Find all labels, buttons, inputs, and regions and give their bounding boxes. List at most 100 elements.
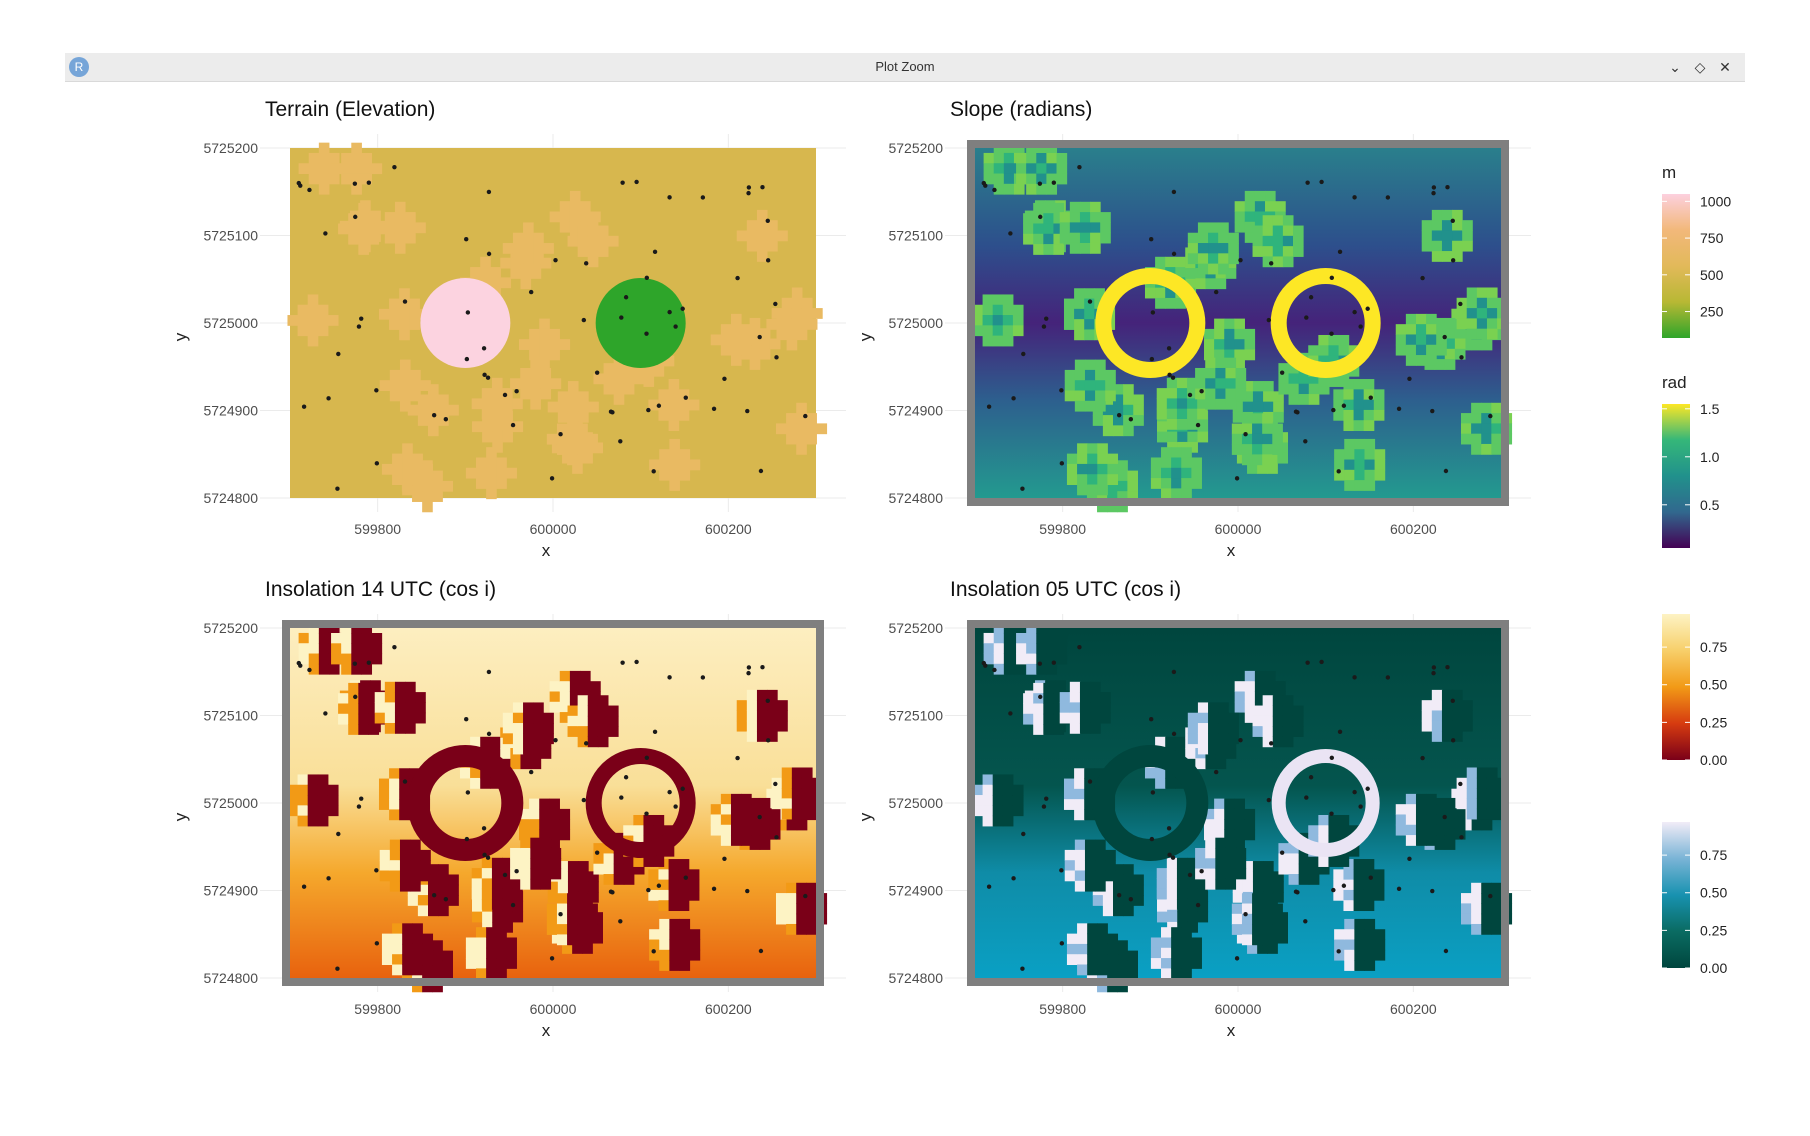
raster-cell xyxy=(318,163,330,175)
station-point xyxy=(481,346,487,351)
raster-cell xyxy=(982,335,994,347)
raster-cell xyxy=(394,212,406,223)
raster-cell xyxy=(502,431,513,443)
raster-cell xyxy=(1171,488,1182,500)
legend-4: 0.750.500.250.00 xyxy=(1662,822,1727,976)
raster-cell xyxy=(801,788,813,799)
raster-cell xyxy=(1272,423,1283,435)
elevation-pit xyxy=(595,278,686,368)
raster-cell xyxy=(392,933,403,945)
station-point xyxy=(1431,670,1436,676)
raster-cell xyxy=(577,903,588,915)
raster-cell xyxy=(1097,964,1108,976)
raster-cell xyxy=(806,903,817,915)
raster-cell xyxy=(806,913,817,925)
raster-cell xyxy=(1023,213,1034,224)
raster-cell xyxy=(1454,338,1466,350)
raster-cell xyxy=(767,720,778,732)
raster-cell xyxy=(623,874,635,885)
station-point xyxy=(1008,711,1013,716)
raster-cell xyxy=(1090,242,1101,254)
legend-label: 0.50 xyxy=(1700,885,1727,901)
raster-cell xyxy=(1252,861,1264,872)
station-point xyxy=(1352,789,1357,795)
raster-cell xyxy=(659,918,670,930)
raster-cell xyxy=(559,211,571,223)
raster-cell xyxy=(1460,413,1472,424)
raster-cell xyxy=(567,381,579,392)
station-point xyxy=(986,404,992,409)
raster-cell xyxy=(777,720,788,732)
raster-cell xyxy=(1171,467,1182,479)
raster-cell xyxy=(730,313,742,325)
raster-cell xyxy=(520,847,531,859)
raster-cell xyxy=(1292,225,1304,237)
station-point xyxy=(1195,422,1201,428)
raster-cell xyxy=(481,878,493,890)
raster-cell xyxy=(549,701,561,713)
raster-cell xyxy=(668,879,680,891)
raster-cell xyxy=(1171,947,1182,959)
raster-cell xyxy=(1262,695,1274,707)
raster-cell xyxy=(392,923,403,935)
raster-cell xyxy=(791,287,803,299)
station-point xyxy=(1243,432,1248,437)
raster-cell xyxy=(389,778,400,790)
raster-cell xyxy=(1064,390,1076,402)
raster-cell xyxy=(730,814,742,826)
raster-cell xyxy=(1282,235,1294,247)
raster-cell xyxy=(982,774,994,786)
raster-cell xyxy=(1252,454,1263,466)
raster-cell xyxy=(1282,695,1294,707)
raster-cell xyxy=(523,733,534,745)
raster-cell xyxy=(399,839,411,851)
raster-cell xyxy=(1344,918,1355,930)
raster-cell xyxy=(1486,798,1498,810)
raster-cell xyxy=(1107,463,1119,475)
station-point xyxy=(486,731,492,737)
raster-cell xyxy=(1176,408,1188,420)
raster-cell xyxy=(1456,788,1468,799)
raster-cell xyxy=(1074,768,1085,780)
raster-cell xyxy=(746,720,758,732)
raster-cell xyxy=(578,871,589,883)
raster-cell xyxy=(1087,453,1098,465)
raster-cell xyxy=(512,743,524,755)
raster-cell xyxy=(491,888,503,900)
raster-cell xyxy=(1262,726,1274,737)
raster-cell xyxy=(567,444,578,455)
raster-cell xyxy=(1252,235,1264,247)
raster-cell xyxy=(1026,663,1037,675)
raster-cell xyxy=(1069,692,1081,703)
raster-cell xyxy=(1187,712,1199,724)
raster-cell xyxy=(351,142,362,154)
raster-cell xyxy=(394,722,406,734)
raster-cell xyxy=(668,389,680,401)
raster-cell xyxy=(549,798,560,810)
raster-cell xyxy=(530,398,541,410)
raster-cell xyxy=(806,882,817,894)
raster-cell xyxy=(549,349,560,361)
raster-cell xyxy=(394,222,406,234)
raster-cell xyxy=(1074,308,1085,320)
raster-cell xyxy=(1177,911,1188,923)
raster-cell xyxy=(1074,860,1086,871)
raster-cell xyxy=(1127,480,1138,492)
raster-cell xyxy=(1353,859,1365,870)
raster-cell xyxy=(510,847,521,859)
raster-cell xyxy=(481,398,493,410)
raster-cell xyxy=(297,325,309,337)
raster-cell xyxy=(1026,632,1037,644)
raster-cell xyxy=(1436,344,1447,356)
raster-cell xyxy=(1481,433,1492,445)
raster-cell xyxy=(767,710,778,722)
raster-cell xyxy=(1176,888,1188,900)
raster-cell xyxy=(1471,913,1482,925)
station-point xyxy=(336,351,341,357)
raster-cell xyxy=(389,319,400,330)
raster-cell xyxy=(1476,287,1488,299)
station-point xyxy=(773,781,778,787)
raster-cell xyxy=(1166,898,1178,910)
raster-cell xyxy=(384,722,396,734)
raster-cell xyxy=(1462,710,1473,722)
